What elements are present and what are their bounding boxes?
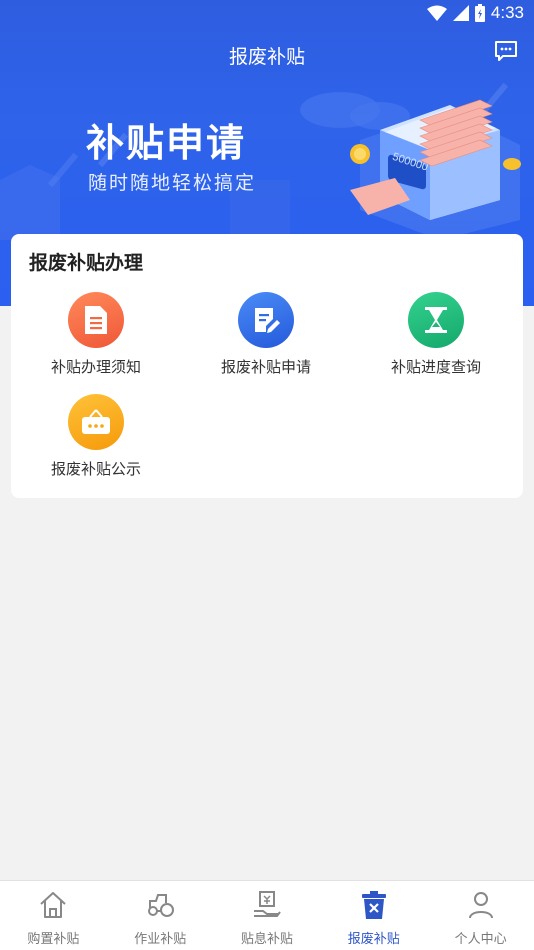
- notice-board-icon: [68, 394, 124, 450]
- tab-scrap-subsidy[interactable]: 报废补贴: [320, 881, 427, 950]
- edit-document-icon: [238, 292, 294, 348]
- grid-item-label: 报废补贴公示: [50, 460, 141, 478]
- signal-icon: [452, 5, 469, 21]
- hourglass-icon: [408, 292, 464, 348]
- tab-label: 个人中心: [454, 932, 507, 947]
- tab-interest-subsidy[interactable]: 贴息补贴: [214, 881, 321, 950]
- card-title: 报废补贴办理: [29, 252, 144, 274]
- status-bar: 4:33: [0, 0, 534, 28]
- grid-item-label: 报废补贴申请: [220, 358, 311, 376]
- status-time: 4:33: [490, 3, 524, 22]
- tab-operation-subsidy[interactable]: 作业补贴: [107, 881, 214, 950]
- grid-item-apply[interactable]: 报废补贴申请: [181, 292, 351, 388]
- grid-item-publicity[interactable]: 报废补贴公示: [11, 394, 181, 490]
- page-title: 报废补贴: [228, 46, 305, 68]
- tab-label: 作业补贴: [134, 932, 187, 947]
- banner-title: 补贴申请: [86, 121, 247, 165]
- grid-item-progress[interactable]: 补贴进度查询: [351, 292, 521, 388]
- grid-item-notice[interactable]: 补贴办理须知: [11, 292, 181, 388]
- tractor-icon: [148, 894, 175, 917]
- person-icon: [468, 892, 493, 919]
- tab-label: 购置补贴: [27, 932, 80, 947]
- tab-label: 贴息补贴: [240, 932, 293, 947]
- hand-money-icon: [253, 891, 281, 917]
- subsidy-card: 报废补贴办理 补贴办理须知 报废补贴申请 补贴进度查询 报废补贴公示: [11, 234, 523, 498]
- document-icon: [68, 292, 124, 348]
- grid-item-label: 补贴进度查询: [390, 358, 481, 376]
- scrap-bin-icon: [361, 891, 386, 919]
- message-icon[interactable]: [494, 40, 518, 62]
- banner-subtitle: 随时随地轻松搞定: [88, 172, 257, 194]
- home-icon: [40, 892, 67, 918]
- bottom-tab-bar: 购置补贴 作业补贴 贴息补贴 报废补贴 个人中心: [0, 880, 534, 950]
- wifi-icon: [426, 5, 447, 21]
- banner-illustration: 500000: [0, 82, 521, 240]
- tab-personal-center[interactable]: 个人中心: [427, 881, 534, 950]
- tab-label: 报废补贴: [347, 932, 400, 947]
- grid-item-label: 补贴办理须知: [50, 358, 141, 376]
- tab-purchase-subsidy[interactable]: 购置补贴: [0, 881, 107, 950]
- battery-icon: [474, 4, 485, 22]
